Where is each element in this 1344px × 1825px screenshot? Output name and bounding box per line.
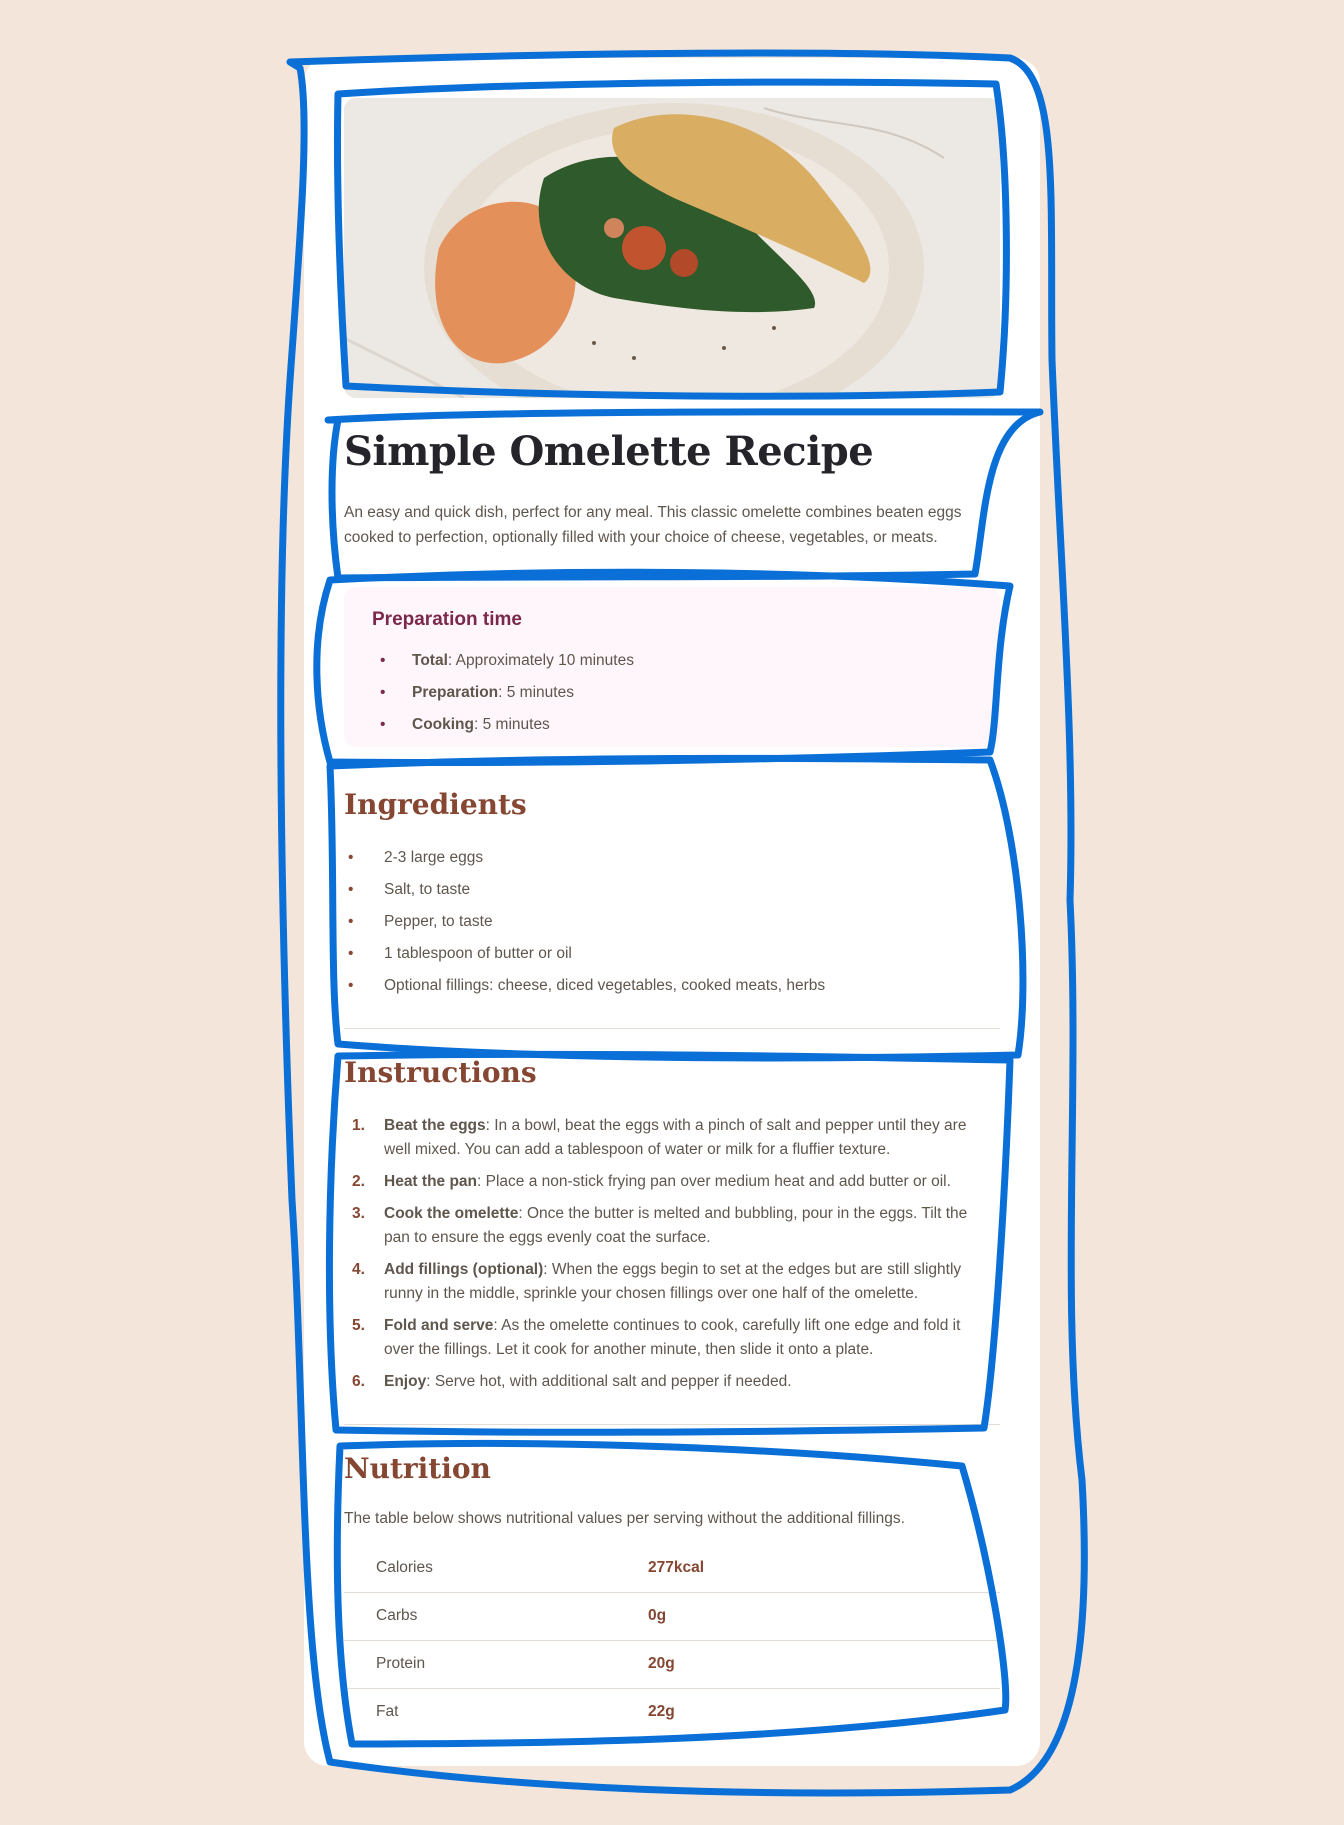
instructions-heading: Instructions [344, 1056, 537, 1089]
step-label: Cook the omelette [384, 1205, 519, 1222]
step-label: Fold and serve [384, 1317, 494, 1334]
prep-value: : Approximately 10 minutes [447, 652, 634, 669]
divider [344, 1028, 1000, 1029]
prep-value: : 5 minutes [498, 684, 574, 701]
preparation-time-box: Preparation time Total: Approximately 10… [344, 587, 1000, 747]
ingredients-list: 2-3 large eggs Salt, to taste Pepper, to… [344, 842, 1000, 1002]
instruction-step: 3. Cook the omelette: Once the butter is … [344, 1202, 980, 1250]
divider [344, 1424, 1000, 1425]
table-row: Protein 20g [344, 1640, 1000, 1689]
step-number: 3. [352, 1205, 365, 1222]
nutrient-label: Fat [376, 1703, 399, 1721]
prep-item-preparation: Preparation: 5 minutes [372, 677, 972, 709]
step-label: Enjoy [384, 1373, 427, 1390]
nutrition-table: Calories 277kcal Carbs 0g Protein 20g Fat 22… [344, 1544, 1000, 1736]
step-number: 4. [352, 1261, 365, 1278]
nutrient-label: Calories [344, 1544, 648, 1593]
step-label: Beat the eggs [384, 1117, 486, 1134]
instruction-step: 2. Heat the pan: Place a non-stick frying… [344, 1170, 980, 1194]
prep-list: Total: Approximately 10 minutes Preparat… [372, 645, 972, 741]
step-text: : Serve hot, with additional salt and pe… [426, 1373, 792, 1390]
table-row: Calories 277kcal [344, 1544, 1000, 1593]
list-item: Pepper, to taste [344, 906, 1000, 938]
list-item: 2-3 large eggs [344, 842, 1000, 874]
prep-label: Cooking [412, 716, 474, 733]
step-number: 6. [352, 1373, 365, 1390]
nutrition-description: The table below shows nutritional values… [344, 1510, 905, 1527]
recipe-card: Simple Omelette Recipe An easy and quick… [304, 58, 1040, 1766]
step-text: : Place a non-stick frying pan over medi… [477, 1173, 951, 1190]
prep-label: Total [412, 652, 448, 669]
list-item: 1 tablespoon of butter or oil [344, 938, 1000, 970]
step-number: 2. [352, 1173, 365, 1190]
prep-item-cooking: Cooking: 5 minutes [372, 709, 972, 741]
instructions-list: 1. Beat the eggs: In a bowl, beat the egg… [344, 1114, 980, 1402]
list-item: Salt, to taste [344, 874, 1000, 906]
prep-label: Preparation [412, 684, 499, 701]
nutrient-label: Carbs [344, 1592, 648, 1641]
step-number: 1. [352, 1117, 365, 1134]
instruction-step: 1. Beat the eggs: In a bowl, beat the egg… [344, 1114, 980, 1162]
nutrient-value: 20g [648, 1640, 1000, 1689]
step-label: Heat the pan [384, 1173, 478, 1190]
instruction-step: 5. Fold and serve: As the omelette contin… [344, 1314, 980, 1362]
recipe-title: Simple Omelette Recipe [344, 428, 874, 475]
prep-item-total: Total: Approximately 10 minutes [372, 645, 972, 677]
instruction-step: 6. Enjoy: Serve hot, with additional salt… [344, 1370, 980, 1394]
omelette-photo [344, 98, 1000, 398]
table-row: Fat 22g [344, 1688, 1000, 1736]
table-row: Carbs 0g [344, 1592, 1000, 1641]
step-label: Add fillings (optional) [384, 1261, 544, 1278]
ingredients-heading: Ingredients [344, 788, 527, 821]
prep-heading: Preparation time [372, 609, 522, 630]
list-item: Optional fillings: cheese, diced vegetab… [344, 970, 1000, 1002]
nutrition-heading: Nutrition [344, 1452, 491, 1485]
nutrient-value: 22g [648, 1703, 675, 1721]
nutrient-label: Protein [344, 1640, 648, 1689]
nutrient-value: 0g [648, 1592, 1000, 1641]
nutrient-value: 277kcal [648, 1544, 1000, 1593]
step-number: 5. [352, 1317, 365, 1334]
recipe-intro: An easy and quick dish, perfect for any … [344, 504, 962, 546]
instruction-step: 4. Add fillings (optional): When the eggs… [344, 1258, 980, 1306]
prep-value: : 5 minutes [474, 716, 550, 733]
